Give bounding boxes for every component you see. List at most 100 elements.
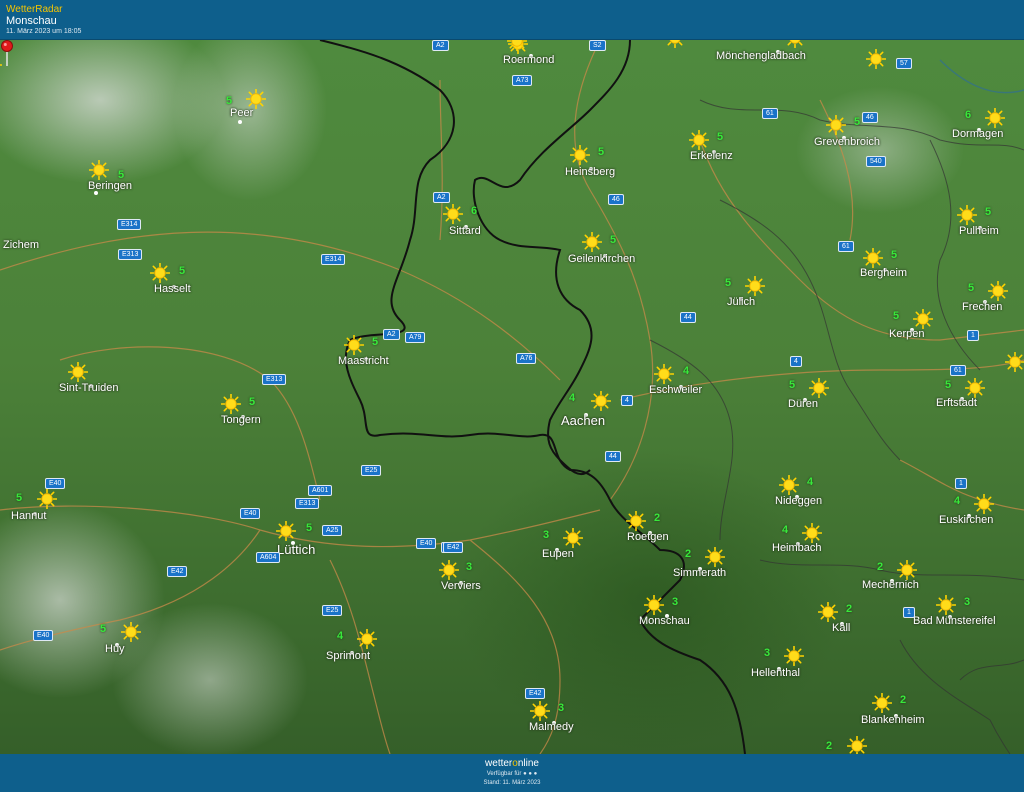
sun-icon	[89, 160, 109, 180]
sun-icon	[985, 108, 1005, 128]
city-label-roetgen[interactable]: Roetgen	[627, 531, 669, 543]
city-label-sittard[interactable]: Sittard	[449, 225, 481, 237]
timestamp: 11. März 2023 um 18:05	[6, 28, 82, 35]
city-dot	[238, 120, 242, 124]
weather-map[interactable]: 5 Peer 5 Beringen Zichem 5 Hasselt Sint-Truiden…	[0, 40, 1024, 754]
road-sign: A2	[383, 329, 400, 340]
temperature-label: 2	[685, 548, 692, 560]
city-label-luettich[interactable]: Lüttich	[277, 542, 315, 557]
sun-icon	[357, 629, 377, 649]
sun-icon	[745, 276, 765, 296]
sun-icon	[689, 130, 709, 150]
temperature-label: 3	[964, 596, 971, 608]
availability-text: Verfügbar für	[486, 771, 522, 777]
city-label-malmedy[interactable]: Malmedy	[529, 721, 574, 733]
road-sign: E40	[33, 630, 54, 641]
sun-icon	[507, 40, 527, 51]
sun-icon	[582, 232, 602, 252]
road-sign: A73	[512, 75, 533, 86]
city-label-heimbach[interactable]: Heimbach	[772, 542, 822, 554]
city-label-peer[interactable]: Peer	[230, 107, 253, 119]
logo-text: wetter	[485, 758, 513, 769]
city-label-pulheim[interactable]: Pulheim	[959, 225, 999, 237]
city-label-bad-muenstereifel[interactable]: Bad Münstereifel	[913, 615, 996, 627]
city-label-heinsberg[interactable]: Heinsberg	[565, 166, 615, 178]
temperature-label: 5	[306, 522, 313, 534]
temperature-label: 3	[543, 529, 550, 541]
city-label-juelich[interactable]: Jülich	[727, 296, 755, 308]
city-label-hannut[interactable]: Hannut	[11, 510, 46, 522]
road-sign: E42	[525, 688, 546, 699]
road-sign: 1	[903, 607, 915, 618]
temperature-label: 2	[654, 512, 661, 524]
temperature-label: 3	[466, 561, 473, 573]
location-title: Monschau	[6, 15, 57, 27]
city-label-kall[interactable]: Kall	[832, 622, 850, 634]
city-label-verviers[interactable]: Verviers	[441, 580, 481, 592]
city-label-beringen[interactable]: Beringen	[88, 180, 132, 192]
city-label-eschweiler[interactable]: Eschweiler	[649, 384, 702, 396]
road-sign: 4	[621, 395, 633, 406]
city-label-zichem[interactable]: Zichem	[3, 239, 39, 251]
district-borders	[649, 99, 1024, 754]
sun-icon	[913, 309, 933, 329]
city-label-monschau[interactable]: Monschau	[639, 615, 690, 627]
city-label-moenchengladbach[interactable]: Mönchengladbach	[716, 50, 806, 62]
city-label-simmerath[interactable]: Simmerath	[673, 567, 726, 579]
city-label-euskirchen[interactable]: Euskirchen	[939, 514, 993, 526]
road-sign: 61	[762, 108, 778, 119]
sun-icon	[644, 595, 664, 615]
city-label-aachen[interactable]: Aachen	[561, 413, 605, 428]
app-footer: wetteronline Verfügbar für ● ● ● Stand: …	[0, 754, 1024, 792]
city-label-blankenheim[interactable]: Blankenheim	[861, 714, 925, 726]
city-label-maastricht[interactable]: Maastricht	[338, 355, 389, 367]
temperature-label: 4	[683, 365, 690, 377]
city-label-hellenthal[interactable]: Hellenthal	[751, 667, 800, 679]
city-label-kerpen[interactable]: Kerpen	[889, 328, 924, 340]
road-sign: E25	[322, 605, 343, 616]
sun-icon	[957, 205, 977, 225]
city-label-hasselt[interactable]: Hasselt	[154, 283, 191, 295]
sun-icon	[276, 521, 296, 541]
temperature-label: 6	[965, 109, 972, 121]
temperature-label: 2	[900, 694, 907, 706]
temperature-label: 5	[854, 116, 861, 128]
city-label-tongern[interactable]: Tongern	[221, 414, 261, 426]
city-label-sint-truiden[interactable]: Sint-Truiden	[59, 382, 119, 394]
city-label-eupen[interactable]: Eupen	[542, 548, 574, 560]
road-sign: E314	[117, 219, 142, 230]
sun-icon	[847, 736, 867, 754]
city-label-sprimont[interactable]: Sprimont	[326, 650, 370, 662]
sun-icon	[439, 560, 459, 580]
city-label-frechen[interactable]: Frechen	[962, 301, 1002, 313]
city-label-grevenbroich[interactable]: Grevenbroich	[814, 136, 880, 148]
app-title: WetterRadar	[6, 4, 63, 15]
road-sign: E313	[118, 249, 143, 260]
sun-icon	[654, 364, 674, 384]
road-sign: A604	[256, 552, 281, 563]
road-sign: A25	[322, 525, 343, 536]
road-sign: A79	[405, 332, 426, 343]
city-label-dueren[interactable]: Düren	[788, 398, 818, 410]
sun-icon	[570, 145, 590, 165]
sun-icon	[784, 646, 804, 666]
sun-icon	[150, 263, 170, 283]
city-label-mechernich[interactable]: Mechernich	[862, 579, 919, 591]
city-label-geilenkirchen[interactable]: Geilenkirchen	[568, 253, 635, 265]
wetteronline-logo[interactable]: wetteronline	[0, 758, 1024, 769]
sun-icon	[221, 394, 241, 414]
city-label-nideggen[interactable]: Nideggen	[775, 495, 822, 507]
sun-icon	[563, 528, 583, 548]
sun-icon	[897, 560, 917, 580]
temperature-label: 3	[672, 596, 679, 608]
city-label-erkelenz[interactable]: Erkelenz	[690, 150, 733, 162]
sun-icon	[826, 115, 846, 135]
sun-icon	[872, 693, 892, 713]
city-label-huy[interactable]: Huy	[105, 643, 125, 655]
city-label-erftstadt[interactable]: Erftstadt	[936, 397, 977, 409]
city-label-bergheim[interactable]: Bergheim	[860, 267, 907, 279]
location-pin-icon[interactable]	[0, 40, 14, 66]
city-label-dormagen[interactable]: Dormagen	[952, 128, 1003, 140]
sun-icon	[37, 489, 57, 509]
city-label-roermond[interactable]: Roermond	[503, 54, 554, 66]
